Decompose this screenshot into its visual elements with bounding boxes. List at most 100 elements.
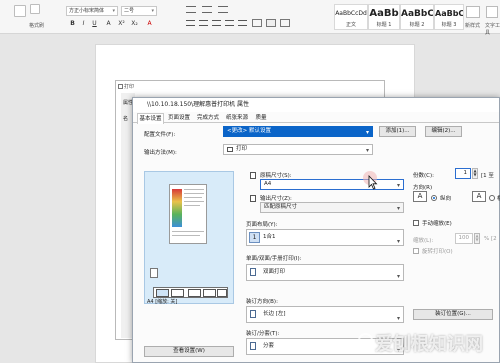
add-profile-button[interactable]: 添加(1)...	[379, 126, 416, 137]
highlight-button[interactable]: A	[145, 19, 154, 28]
distributed-icon[interactable]	[238, 20, 247, 26]
scale-input[interactable]: 100	[455, 233, 473, 244]
font-name-select[interactable]: 方正小标宋简体 ▾	[66, 6, 118, 16]
chevron-down-icon: ▾	[396, 314, 400, 322]
thumbnail-line	[172, 231, 204, 232]
page-size-select[interactable]: A4 ▾	[260, 179, 404, 190]
align-right-icon[interactable]	[212, 20, 221, 26]
tab-page-setup[interactable]: 页面设置	[165, 113, 193, 123]
duplex-view-icon[interactable]	[188, 289, 201, 297]
rotate-print-checkbox[interactable]	[413, 248, 419, 254]
manual-scale-checkbox[interactable]	[413, 220, 419, 226]
tab-quality[interactable]: 质量	[252, 113, 270, 123]
border-icon[interactable]	[280, 19, 290, 27]
word-ribbon: 格式刷 方正小标宋简体 ▾ 二号 ▾ B I U A X² X₂ A AaBbCcD…	[0, 0, 500, 36]
duplex-value: 双面打印	[263, 269, 286, 275]
copies-input[interactable]: 1	[455, 168, 471, 179]
output-method-select[interactable]: 打印 ▾	[223, 144, 373, 155]
style-heading-1[interactable]: AaBb 标题 1	[368, 4, 400, 30]
print-dialog-title: 打印	[124, 84, 135, 90]
printer-icon	[227, 147, 233, 152]
text-tool-icon[interactable]	[486, 6, 498, 18]
bold-button[interactable]: B	[68, 19, 77, 28]
subscript-button[interactable]: X₂	[130, 19, 139, 28]
output-size-icon	[250, 195, 256, 202]
page-layout-select[interactable]: 1 1合1 ▾	[246, 229, 404, 246]
line-spacing-icon[interactable]	[252, 19, 262, 27]
text-tool-label[interactable]: 文字工具	[485, 22, 500, 36]
numbering-icon[interactable]	[202, 6, 212, 13]
output-method-value: 打印	[236, 146, 248, 152]
copies-range: [1 至	[481, 173, 494, 179]
rotate-print-label: 旋转打印(O)	[422, 249, 453, 255]
indent-icon[interactable]	[218, 6, 228, 13]
justify-icon[interactable]	[225, 20, 234, 26]
copies-stepper[interactable]: ▲ ▼	[472, 168, 478, 179]
underline-button[interactable]: U	[90, 19, 99, 28]
bullets-icon[interactable]	[186, 6, 196, 13]
chevron-down-icon: ▾	[365, 146, 369, 154]
tab-bar: 基本设置 页面设置 完成方式 纸张来源 质量	[133, 112, 499, 124]
thumbnail-line	[184, 205, 200, 206]
style-heading-2[interactable]: AaBbC 标题 2	[400, 4, 434, 30]
staple-collate-value: 分套	[263, 343, 275, 349]
view-settings-button[interactable]: 查看设置(W)	[144, 346, 234, 357]
staple-collate-label: 装订/分套(T):	[246, 331, 280, 337]
settings-view-icon[interactable]	[217, 289, 227, 297]
chevron-down-icon: ▾	[396, 181, 400, 189]
duplex-select[interactable]: 双面打印 ▾	[246, 264, 404, 281]
manual-scale-label: 手动缩放(E)	[422, 221, 452, 227]
edit-profile-button[interactable]: 编辑(2)...	[425, 126, 462, 137]
page-layout-value: 1合1	[263, 234, 276, 240]
binding-select[interactable]: 长边 [左] ▾	[246, 306, 404, 323]
font-color-button[interactable]: A	[104, 19, 113, 28]
format-painter-label[interactable]: 格式刷	[29, 22, 44, 29]
new-style-icon[interactable]	[466, 6, 480, 18]
staple-view-icon[interactable]	[203, 289, 216, 297]
chevron-down-icon: ▾	[151, 8, 154, 14]
format-painter-icon[interactable]	[30, 4, 40, 14]
font-size-value: 二号	[124, 8, 135, 14]
page-size-icon	[250, 172, 256, 179]
style-heading-3[interactable]: AaBbC 标题 3	[434, 4, 464, 30]
align-tools	[186, 19, 316, 28]
scale-range: % [2	[484, 236, 497, 242]
tab-basic[interactable]: 基本设置	[137, 113, 164, 124]
style-sample: AaBbCcDd	[335, 10, 367, 17]
output-size-select[interactable]: 匹配原稿尺寸 ▾	[260, 202, 404, 213]
font-size-select[interactable]: 二号 ▾	[121, 6, 157, 16]
landscape-view-icon[interactable]	[171, 289, 184, 297]
scale-label: 缩放(L):	[413, 238, 434, 244]
page-layout-label: 页面布局(Y):	[246, 222, 278, 228]
portrait-view-icon[interactable]	[156, 289, 169, 297]
dialog-title: \\10.10.18.150\理解惠普打印机 属性	[133, 98, 499, 112]
name-label: 名	[123, 116, 129, 122]
preview-toolbar	[153, 287, 228, 298]
shading-icon[interactable]	[266, 19, 276, 27]
binding-position-button[interactable]: 装订位置(G)...	[413, 309, 493, 320]
profile-select[interactable]: <更改> 默认设置 ▾	[223, 126, 373, 137]
chevron-down-icon: ▾	[396, 272, 400, 280]
style-sample: AaBbC	[401, 9, 433, 19]
landscape-preview-icon: A	[472, 191, 486, 202]
page-size-label: 原稿尺寸(S):	[260, 173, 292, 179]
duplex-label: 单面/双面/手册打印(I):	[246, 256, 302, 262]
tab-finishing[interactable]: 完成方式	[194, 113, 222, 123]
paste-icon[interactable]	[14, 5, 26, 17]
tab-paper-source[interactable]: 纸张来源	[223, 113, 251, 123]
style-name: 标题 2	[409, 22, 425, 28]
style-normal[interactable]: AaBbCcDd 正文	[334, 4, 368, 30]
printer-properties-dialog: \\10.10.18.150\理解惠普打印机 属性 基本设置 页面设置 完成方式…	[132, 97, 500, 363]
profile-value: <更改> 默认设置	[227, 128, 271, 134]
output-method-label: 输出方法(M):	[144, 150, 177, 156]
scale-stepper[interactable]: ▲ ▼	[474, 233, 480, 244]
landscape-radio[interactable]	[489, 195, 495, 201]
duplex-icon	[250, 268, 256, 276]
align-center-icon[interactable]	[199, 20, 208, 26]
orientation-label: 方向(R)	[413, 185, 433, 191]
superscript-button[interactable]: X²	[117, 19, 126, 28]
align-left-icon[interactable]	[186, 20, 195, 26]
new-style-label[interactable]: 新样式	[465, 22, 480, 29]
italic-button[interactable]: I	[79, 19, 88, 28]
portrait-radio[interactable]	[431, 195, 437, 201]
